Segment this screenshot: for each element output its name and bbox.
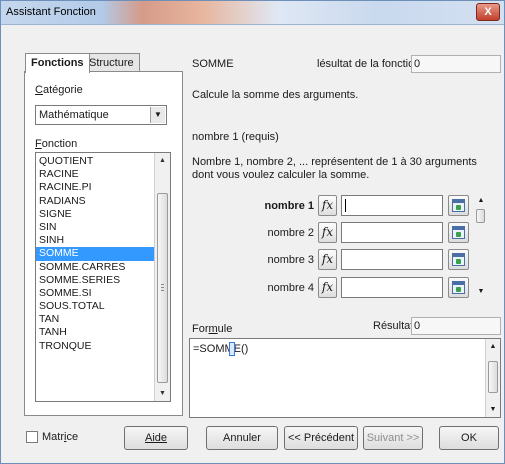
function-list-item[interactable]: RACINE [36,168,170,181]
function-result-value: 0 [411,55,501,73]
category-label: Catégorie [35,84,83,96]
formula-label: Formule [192,323,233,335]
title-bar[interactable]: Assistant Fonction X [1,1,504,25]
scroll-down-icon[interactable]: ▼ [486,406,500,413]
function-list-item[interactable]: SIGNE [36,208,170,221]
function-list-item[interactable]: SOUS.TOTAL [36,300,170,313]
functions-panel: Catégorie Mathématique ▼ Fonction QUOTIE… [24,71,183,416]
function-list-item[interactable]: SOMME.SERIES [36,274,170,287]
formula-scrollbar[interactable]: ▲ ▼ [485,339,500,417]
formula-editor[interactable]: =SOMME() ▲ ▼ [189,338,501,418]
category-selected-value: Mathématique [39,109,109,121]
cancel-button[interactable]: Annuler [206,426,278,450]
previous-button[interactable]: << Précédent [284,426,358,450]
function-label-rest: onction [41,138,78,150]
next-button[interactable]: Suivant >> [363,426,423,450]
fx-button[interactable]: fx [318,277,337,298]
scroll-up-icon[interactable]: ▲ [486,343,500,350]
argument-title: nombre 1 (requis) [192,131,279,143]
arguments-scrollbar[interactable]: ▲ ▼ [475,197,487,295]
shrink-button[interactable] [448,277,469,298]
ok-button-label: OK [461,432,477,444]
window-title: Assistant Fonction [6,6,96,18]
scroll-down-icon[interactable]: ▼ [155,386,170,401]
function-description: Calcule la somme des arguments. [192,89,359,101]
function-result-label: lésultat de la fonction [317,58,421,70]
ok-button[interactable]: OK [439,426,499,450]
function-wizard-dialog: Assistant Fonction X Fonctions Structure… [0,0,505,464]
function-list-item[interactable]: SOMME.CARRES [36,261,170,274]
function-list-item[interactable]: TRONQUE [36,340,170,353]
help-button[interactable]: Aide [124,426,188,450]
formula-result-label: Résultat [373,320,414,332]
scroll-thumb[interactable] [157,193,168,383]
shrink-button[interactable] [448,249,469,270]
argument-label: nombre 4 [267,282,314,294]
matrix-label: Matrice [42,431,79,443]
argument-input[interactable] [341,249,443,270]
fx-button[interactable]: fx [318,249,337,270]
matrix-checkbox[interactable] [26,431,38,443]
scroll-up-icon[interactable]: ▲ [155,153,170,168]
function-list-item[interactable]: SINH [36,234,170,247]
scroll-up-icon[interactable]: ▲ [475,197,487,204]
help-button-label: Aide [144,432,168,444]
scroll-down-icon[interactable]: ▼ [475,288,487,295]
shrink-icon [452,199,465,212]
scroll-thumb[interactable] [476,209,485,223]
function-list-scrollbar[interactable]: ▲ ▼ [154,153,170,401]
fx-button[interactable]: fx [318,222,337,243]
fx-icon: fx [321,252,334,266]
argument-description: Nombre 1, nombre 2, ... représentent de … [192,156,477,181]
function-label: Fonction [35,138,78,150]
function-list-item[interactable]: SOMME.SI [36,287,170,300]
function-list-item[interactable]: SOMME [36,247,170,261]
argument-label: nombre 3 [267,254,314,266]
formula-text: =SOMME() [193,343,249,355]
category-select[interactable]: Mathématique ▼ [35,105,167,125]
function-list[interactable]: QUOTIENT RACINE RACINE.PI RADIANS SIGNE SIN SI… [35,152,171,402]
text-cursor [345,199,346,212]
close-icon: X [484,6,492,18]
shrink-button[interactable] [448,222,469,243]
fx-icon: fx [321,198,334,212]
shrink-button[interactable] [448,195,469,216]
previous-button-label: << Précédent [287,432,355,444]
argument-label: nombre 2 [267,227,314,239]
function-name: SOMME [192,58,234,70]
shrink-icon [452,253,465,266]
argument-input[interactable] [341,222,443,243]
fx-icon: fx [321,280,334,294]
next-button-label: Suivant >> [366,432,420,444]
fx-icon: fx [321,225,334,239]
argument-input[interactable] [341,277,443,298]
function-list-item[interactable]: TAN [36,313,170,326]
close-button[interactable]: X [476,3,500,21]
function-list-item[interactable]: RADIANS [36,195,170,208]
cursor-highlight [229,342,235,356]
formula-result-value: 0 [411,317,501,335]
tab-functions[interactable]: Fonctions [25,53,90,73]
shrink-icon [452,281,465,294]
tab-structure[interactable]: Structure [83,53,140,72]
scroll-thumb[interactable] [488,361,498,393]
category-label-rest: atégorie [42,84,83,96]
function-list-items: QUOTIENT RACINE RACINE.PI RADIANS SIGNE SIN SI… [36,153,170,353]
argument-input[interactable] [341,195,443,216]
function-list-item[interactable]: SIN [36,221,170,234]
fx-button[interactable]: fx [318,195,337,216]
argument-label: nombre 1 [264,200,314,212]
chevron-down-icon[interactable]: ▼ [150,107,165,123]
shrink-icon [452,226,465,239]
function-list-item[interactable]: QUOTIENT [36,155,170,168]
cancel-button-label: Annuler [223,432,261,444]
function-list-item[interactable]: RACINE.PI [36,181,170,194]
function-list-item[interactable]: TANH [36,326,170,339]
